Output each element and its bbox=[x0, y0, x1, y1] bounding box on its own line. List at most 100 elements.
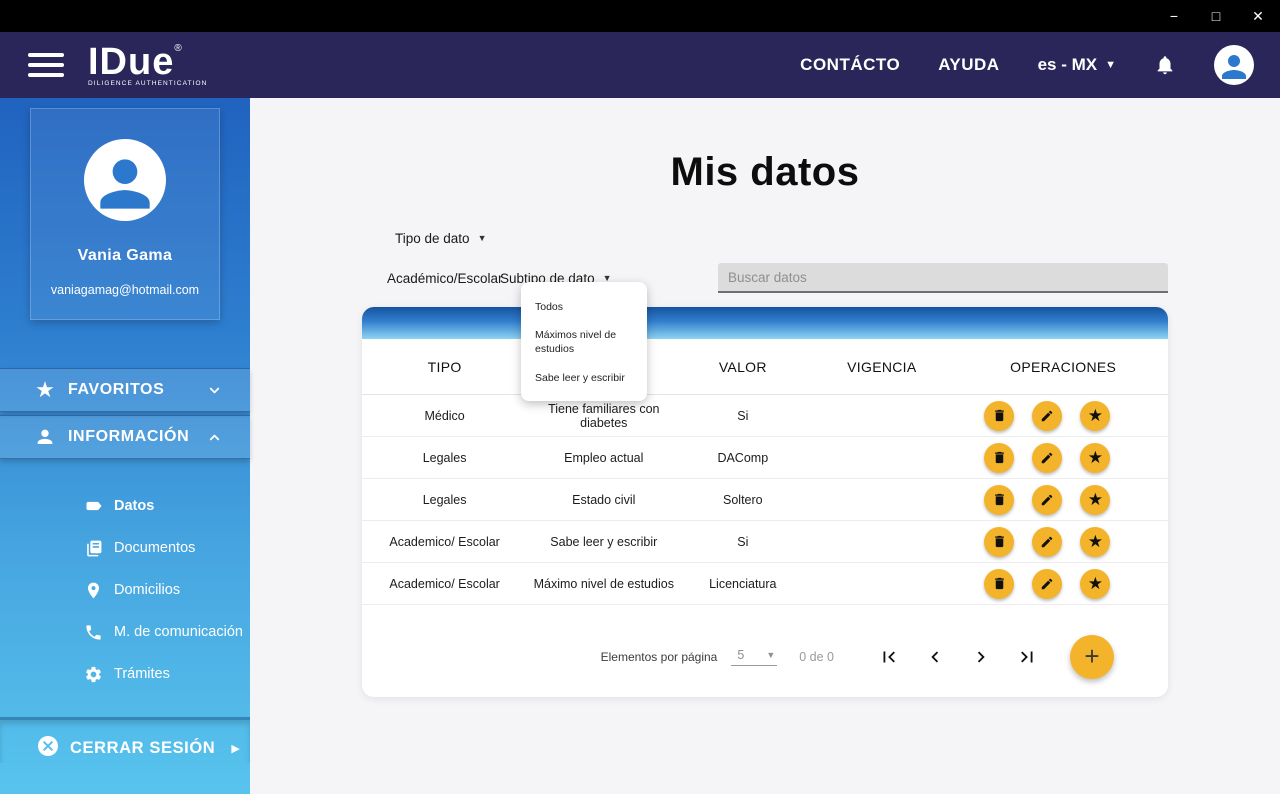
cell-tipo: Academico/ Escolar bbox=[362, 577, 527, 591]
star-icon: ★ bbox=[1088, 575, 1103, 592]
favorite-button[interactable]: ★ bbox=[1080, 443, 1110, 473]
sidebar-item-label: Documentos bbox=[114, 540, 195, 556]
column-header-operaciones: OPERACIONES bbox=[958, 359, 1168, 375]
delete-button[interactable] bbox=[984, 569, 1014, 599]
cell-descripcion: Tiene familiares con diabetes bbox=[527, 402, 680, 430]
profile-avatar bbox=[84, 139, 166, 221]
cell-valor: Soltero bbox=[680, 493, 805, 507]
chevron-down-icon: ▼ bbox=[478, 234, 487, 243]
delete-button[interactable] bbox=[984, 443, 1014, 473]
sidebar-item-label: Domicilios bbox=[114, 582, 180, 598]
favorite-button[interactable]: ★ bbox=[1080, 401, 1110, 431]
favorite-button[interactable]: ★ bbox=[1080, 485, 1110, 515]
sidebar: Vania Gama vaniagamag@hotmail.com ★ FAVO… bbox=[0, 98, 250, 794]
person-icon bbox=[32, 426, 58, 448]
sidebar-section-informacion[interactable]: INFORMACIÓN bbox=[0, 415, 250, 459]
cell-tipo: Legales bbox=[362, 451, 527, 465]
nav-contacto[interactable]: CONTÁCTO bbox=[800, 55, 900, 75]
dropdown-option-todos[interactable]: Todos bbox=[521, 296, 647, 318]
edit-button[interactable] bbox=[1032, 443, 1062, 473]
sidebar-item-medios-comunicacion[interactable]: M. de comunicación bbox=[0, 611, 250, 653]
tipo-selected-value: Académico/Escolar bbox=[362, 271, 500, 286]
favorite-button[interactable]: ★ bbox=[1080, 527, 1110, 557]
edit-button[interactable] bbox=[1032, 527, 1062, 557]
chevron-down-icon bbox=[207, 383, 222, 398]
items-per-page-value: 5 bbox=[737, 648, 744, 662]
first-page-button[interactable] bbox=[876, 644, 902, 670]
tipo-filter-label: Tipo de dato bbox=[395, 231, 470, 246]
dropdown-option-sabe-leer[interactable]: Sabe leer y escribir bbox=[521, 367, 647, 389]
user-avatar[interactable] bbox=[1214, 45, 1254, 85]
edit-button[interactable] bbox=[1032, 485, 1062, 515]
sidebar-item-label: Datos bbox=[114, 498, 154, 514]
section-label-favoritos: FAVORITOS bbox=[68, 381, 164, 399]
sidebar-item-documentos[interactable]: Documentos bbox=[0, 527, 250, 569]
cell-tipo: Academico/ Escolar bbox=[362, 535, 527, 549]
table-row: Legales Estado civil Soltero ★ bbox=[362, 479, 1168, 521]
sidebar-item-tramites[interactable]: Trámites bbox=[0, 653, 250, 695]
cell-descripcion: Sabe leer y escribir bbox=[527, 535, 680, 549]
table-row: Legales Empleo actual DAComp ★ bbox=[362, 437, 1168, 479]
chevron-down-icon: ▼ bbox=[766, 651, 775, 660]
previous-page-button[interactable] bbox=[922, 644, 948, 670]
chevron-up-icon bbox=[207, 430, 222, 445]
cell-valor: Si bbox=[680, 535, 805, 549]
items-per-page-select[interactable]: 5 ▼ bbox=[731, 648, 777, 666]
sidebar-item-label: Trámites bbox=[114, 666, 170, 682]
dropdown-option-maximos-nivel[interactable]: Máximos nivel de estudios bbox=[521, 324, 647, 360]
sidebar-section-favoritos[interactable]: ★ FAVORITOS bbox=[0, 368, 250, 412]
notifications-bell-icon[interactable] bbox=[1154, 54, 1176, 76]
profile-card: Vania Gama vaniagamag@hotmail.com bbox=[30, 108, 220, 320]
minimize-icon[interactable]: − bbox=[1166, 9, 1182, 23]
star-icon: ★ bbox=[1088, 449, 1103, 466]
nav-ayuda[interactable]: AYUDA bbox=[938, 55, 999, 75]
documents-icon bbox=[84, 539, 108, 558]
add-button[interactable]: + bbox=[1070, 635, 1114, 679]
star-icon: ★ bbox=[32, 377, 58, 403]
next-page-button[interactable] bbox=[968, 644, 994, 670]
favorite-button[interactable]: ★ bbox=[1080, 569, 1110, 599]
search-input[interactable] bbox=[718, 263, 1168, 293]
brand-name: IDue bbox=[88, 41, 174, 83]
table-row: Academico/ Escolar Máximo nivel de estud… bbox=[362, 563, 1168, 605]
cell-tipo: Médico bbox=[362, 409, 527, 423]
main-content: Mis datos Tipo de dato ▼ Académico/Escol… bbox=[250, 98, 1280, 794]
brand-tagline: DILIGENCE AUTHENTICATION bbox=[88, 80, 207, 87]
label-card-icon bbox=[84, 496, 108, 516]
brand-logo: IDue® DILIGENCE AUTHENTICATION bbox=[88, 45, 207, 87]
close-circle-icon bbox=[36, 734, 60, 763]
items-per-page-label: Elementos por página bbox=[601, 650, 718, 664]
phone-icon bbox=[84, 623, 108, 642]
logout-label: CERRAR SESIÓN bbox=[70, 739, 215, 758]
cell-tipo: Legales bbox=[362, 493, 527, 507]
language-selector[interactable]: es - MX ▼ bbox=[1038, 55, 1116, 75]
close-icon[interactable]: ✕ bbox=[1250, 9, 1266, 23]
sidebar-item-label: M. de comunicación bbox=[114, 624, 243, 640]
app-header: IDue® DILIGENCE AUTHENTICATION CONTÁCTO … bbox=[0, 32, 1280, 98]
hamburger-menu-icon[interactable] bbox=[28, 53, 64, 77]
edit-button[interactable] bbox=[1032, 401, 1062, 431]
maximize-icon[interactable]: □ bbox=[1208, 9, 1224, 23]
last-page-button[interactable] bbox=[1014, 644, 1040, 670]
column-header-tipo: TIPO bbox=[362, 359, 527, 375]
chevron-down-icon: ▼ bbox=[1105, 60, 1116, 71]
column-header-valor: VALOR bbox=[680, 359, 805, 375]
cell-descripcion: Máximo nivel de estudios bbox=[527, 577, 680, 591]
tipo-de-dato-filter[interactable]: Tipo de dato ▼ bbox=[362, 231, 1168, 246]
table-row: Academico/ Escolar Sabe leer y escribir … bbox=[362, 521, 1168, 563]
star-icon: ★ bbox=[1088, 533, 1103, 550]
delete-button[interactable] bbox=[984, 527, 1014, 557]
sidebar-item-domicilios[interactable]: Domicilios bbox=[0, 569, 250, 611]
arrow-right-icon: ▶ bbox=[231, 742, 239, 755]
edit-button[interactable] bbox=[1032, 569, 1062, 599]
logout-button[interactable]: CERRAR SESIÓN ▶ bbox=[0, 717, 250, 763]
sidebar-item-datos[interactable]: Datos bbox=[0, 485, 250, 527]
table-header-band bbox=[362, 307, 1168, 339]
cell-valor: Licenciatura bbox=[680, 577, 805, 591]
gear-icon bbox=[84, 665, 108, 684]
star-icon: ★ bbox=[1088, 407, 1103, 424]
delete-button[interactable] bbox=[984, 401, 1014, 431]
table-header-row: TIPO VALOR VIGENCIA OPERACIONES bbox=[362, 339, 1168, 395]
profile-email: vaniagamag@hotmail.com bbox=[51, 283, 199, 297]
delete-button[interactable] bbox=[984, 485, 1014, 515]
